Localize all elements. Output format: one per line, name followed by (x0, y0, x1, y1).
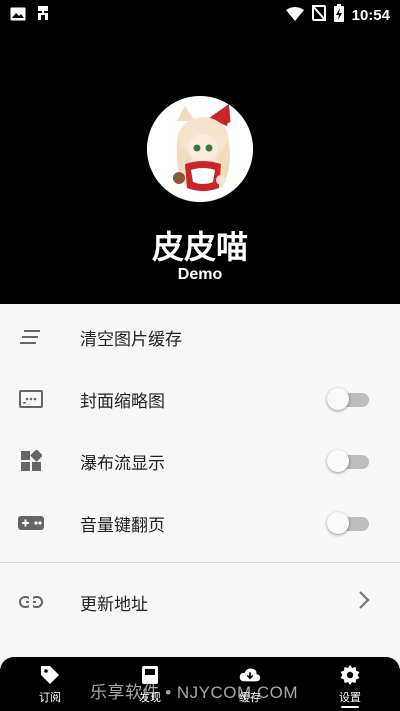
nav-subscribe[interactable]: 订阅 (14, 657, 86, 711)
chevron-right-icon (358, 590, 370, 614)
wifi-icon (285, 6, 304, 25)
tag-icon (39, 664, 61, 686)
setting-label: 清空图片缓存 (80, 329, 182, 350)
setting-label: 更新地址 (80, 594, 148, 615)
waterfall-grid-icon (18, 448, 44, 474)
profile-name: 皮皮喵 (151, 228, 248, 266)
toggle-knob (327, 450, 349, 472)
nav-settings[interactable]: 设置 (314, 657, 386, 711)
waterfall-display-toggle[interactable] (327, 450, 369, 472)
avatar[interactable] (147, 96, 253, 202)
link-icon (18, 589, 44, 615)
settings-list: 清空图片缓存 封面缩略图 瀑布流显示 音量键翻页 更新地址 (0, 304, 400, 633)
volume-key-toggle[interactable] (327, 512, 369, 534)
setting-label: 封面缩略图 (80, 391, 165, 412)
active-nav-indicator (341, 706, 359, 708)
setting-update-address[interactable]: 更新地址 (0, 571, 400, 633)
nav-label: 设置 (339, 691, 361, 704)
setting-clear-image-cache[interactable]: 清空图片缓存 (0, 306, 400, 368)
toggle-knob (327, 388, 349, 410)
setting-volume-key-page-turn[interactable]: 音量键翻页 (0, 492, 400, 554)
setting-label: 瀑布流显示 (80, 453, 165, 474)
status-time: 10:54 (351, 6, 390, 24)
setting-label: 音量键翻页 (80, 515, 165, 536)
setting-waterfall-display[interactable]: 瀑布流显示 (0, 430, 400, 492)
thumbnail-icon (18, 386, 44, 412)
profile-header: 10:54 皮皮喵 Demo (0, 0, 400, 304)
bug-icon (34, 4, 52, 26)
gamepad-icon (18, 510, 44, 536)
clear-list-icon (18, 324, 44, 350)
cover-thumbnail-toggle[interactable] (327, 388, 369, 410)
watermark: 乐享软件 • NJYCOM.COM (90, 683, 299, 702)
divider (0, 562, 400, 563)
battery-charging-icon (333, 4, 344, 26)
no-sim-icon (310, 4, 327, 25)
toggle-knob (327, 512, 349, 534)
gear-icon (339, 664, 361, 686)
status-bar: 10:54 (0, 0, 400, 30)
profile-subtitle: Demo (177, 266, 223, 283)
setting-cover-thumbnail[interactable]: 封面缩略图 (0, 368, 400, 430)
nav-label: 订阅 (39, 691, 61, 704)
image-icon (10, 6, 26, 25)
